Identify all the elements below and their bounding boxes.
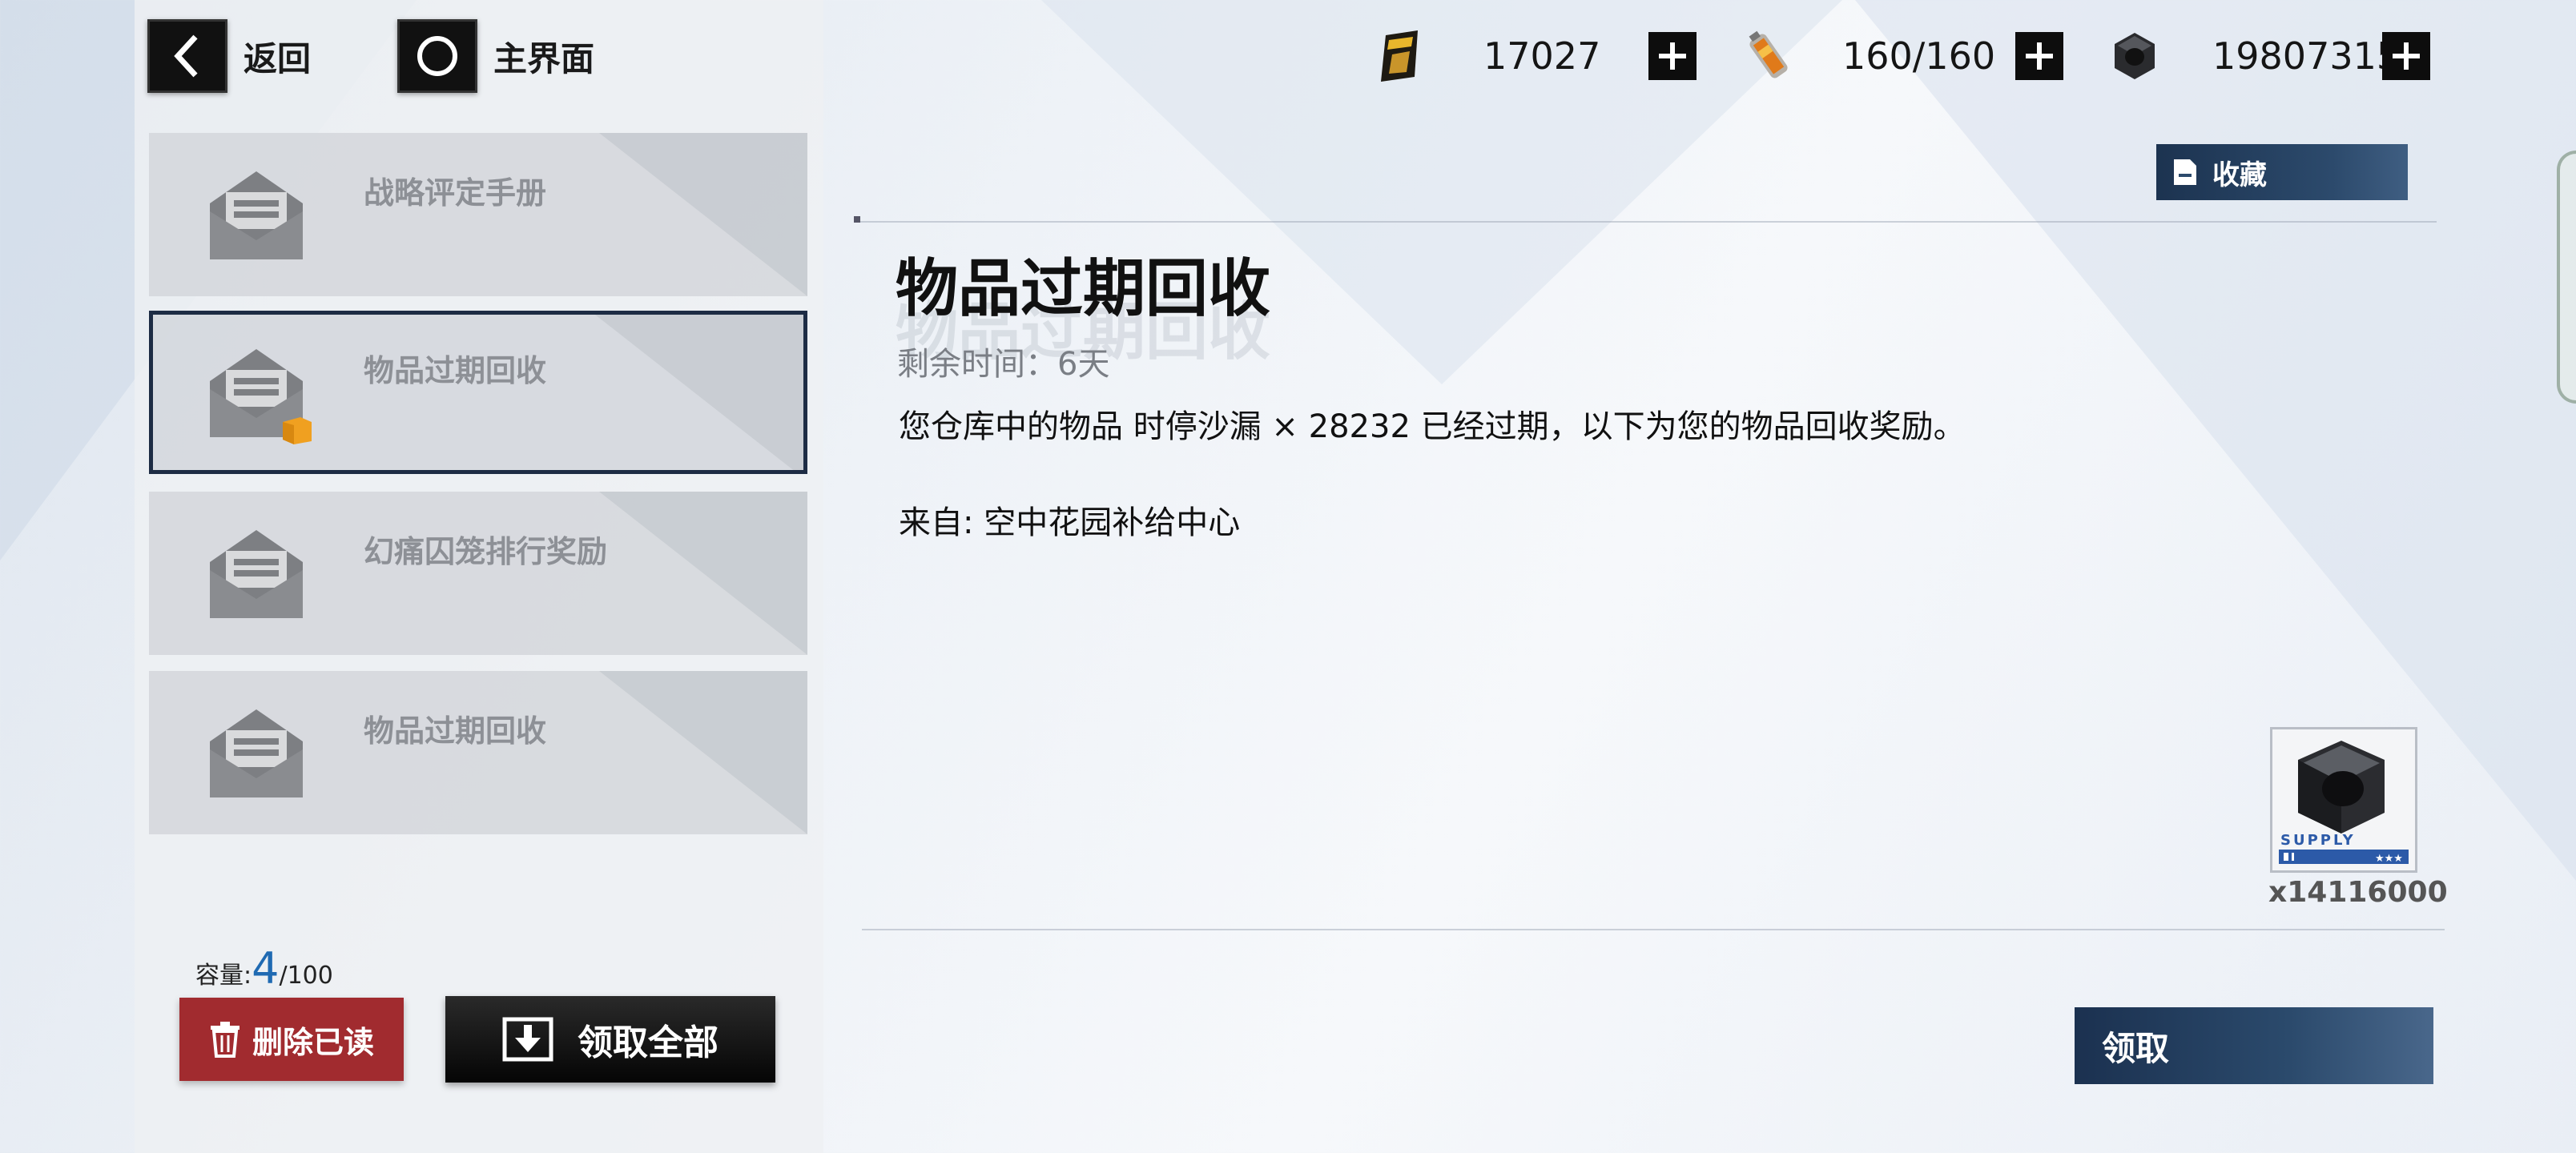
- currency-value: 17027: [1483, 34, 1601, 78]
- mail-item[interactable]: 战略评定手册: [149, 133, 807, 296]
- mail-body: 您仓库中的物品 时停沙漏 × 28232 已经过期，以下为您的物品回收奖励。: [899, 408, 1966, 445]
- envelope-icon: [210, 709, 303, 797]
- claim-label: 领取: [2102, 1028, 2170, 1068]
- mail-title: 物品过期回收: [896, 253, 1271, 325]
- detail-bottom-divider: [862, 929, 2445, 930]
- mail-item-title: 物品过期回收: [364, 353, 547, 388]
- mail-sender: 来自: 空中花园补给中心: [899, 504, 1241, 541]
- capacity-max: /100: [279, 962, 333, 990]
- favorite-label: 收藏: [2212, 159, 2267, 191]
- back-arrow-icon: [147, 19, 227, 93]
- card-ticket-icon: [1381, 30, 1418, 82]
- delete-read-label: 删除已读: [252, 1024, 374, 1060]
- home-circle-icon: [397, 19, 477, 93]
- side-drawer-tab[interactable]: [2557, 151, 2576, 404]
- file-bookmark-icon: [2174, 159, 2196, 185]
- svg-text:★★★: ★★★: [2375, 853, 2403, 865]
- claim-all-label: 领取全部: [578, 1022, 718, 1063]
- envelope-icon: [210, 171, 303, 259]
- back-label: 返回: [244, 38, 312, 78]
- add-nut-button[interactable]: [2382, 32, 2430, 80]
- plus-icon: [2393, 42, 2420, 70]
- attachment-box-icon: [283, 417, 312, 444]
- plus-icon: [1659, 42, 1686, 70]
- envelope-icon: [210, 530, 303, 618]
- download-icon: [502, 1017, 553, 1062]
- mail-item[interactable]: 物品过期回收: [149, 671, 807, 834]
- mail-item-title: 战略评定手册: [364, 175, 547, 211]
- currency-nut: 19807315: [2107, 24, 2400, 88]
- favorite-button[interactable]: 收藏: [2156, 144, 2408, 200]
- currency-value: 160/160: [1842, 34, 1996, 78]
- mail-item-title: 物品过期回收: [364, 713, 547, 749]
- mail-capacity: 容量:4/100: [195, 943, 333, 994]
- home-button[interactable]: 主界面: [397, 19, 594, 93]
- reward-count: x14116000: [2268, 876, 2448, 909]
- add-currency-button[interactable]: [1648, 32, 1697, 80]
- add-energy-button[interactable]: [2015, 32, 2063, 80]
- reward-tag: SUPPLY: [2280, 832, 2356, 849]
- home-label: 主界面: [493, 38, 595, 78]
- currency-energy: 160/160: [1740, 24, 1995, 88]
- currency-value: 19807315: [2212, 34, 2401, 78]
- hex-nut-icon: ★★★: [2279, 741, 2409, 865]
- mail-item-title: 幻痛囚笼排行奖励: [364, 534, 608, 569]
- hex-nut-icon: [2115, 33, 2155, 79]
- remaining-time: 剩余时间：6天: [897, 346, 1110, 383]
- mail-item-selected[interactable]: 物品过期回收: [149, 311, 807, 474]
- claim-all-button[interactable]: 领取全部: [445, 996, 775, 1083]
- currency-card: 17027: [1371, 24, 1600, 88]
- back-button[interactable]: 返回: [147, 19, 311, 93]
- reward-item[interactable]: ★★★ SUPPLY: [2270, 727, 2417, 873]
- capacity-current: 4: [252, 943, 280, 994]
- trash-icon: [210, 1022, 239, 1058]
- mail-item[interactable]: 幻痛囚笼排行奖励: [149, 492, 807, 655]
- delete-read-button[interactable]: 删除已读: [179, 998, 404, 1081]
- detail-top-divider: [857, 221, 2437, 223]
- plus-icon: [2026, 42, 2053, 70]
- claim-button[interactable]: 领取: [2075, 1007, 2433, 1084]
- battery-energy-icon: [1749, 30, 1788, 78]
- capacity-label: 容量:: [195, 962, 252, 990]
